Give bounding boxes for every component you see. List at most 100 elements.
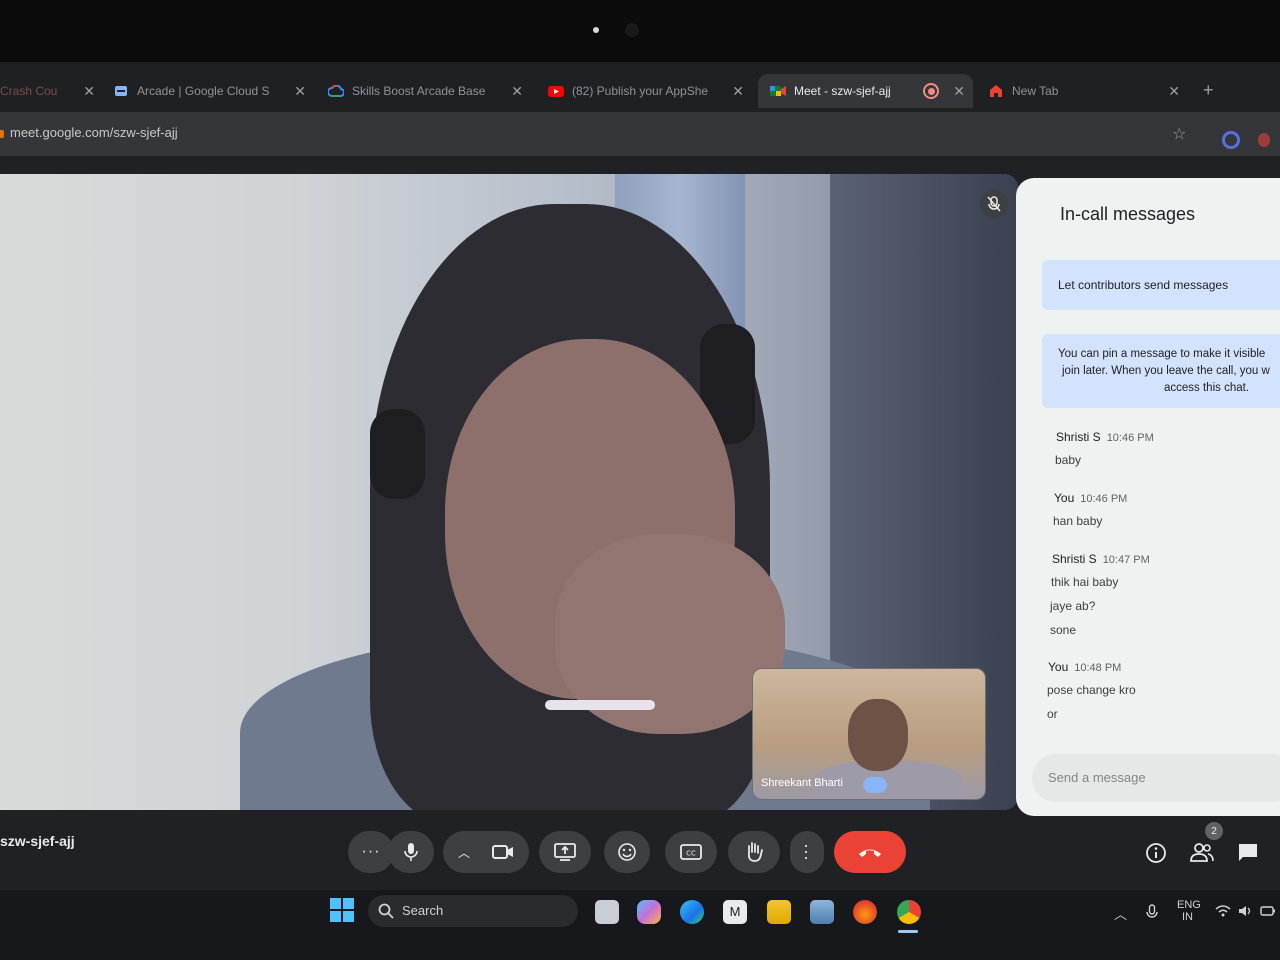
youtube-icon bbox=[548, 84, 564, 98]
new-tab-button[interactable]: + bbox=[1203, 80, 1214, 101]
site-info-icon[interactable] bbox=[0, 130, 4, 138]
store-icon[interactable] bbox=[767, 900, 791, 924]
chevron-up-icon[interactable]: ︿ bbox=[1114, 904, 1127, 923]
search-icon bbox=[378, 903, 394, 919]
self-name-label: Shreekant Bharti bbox=[761, 777, 843, 789]
tab-title: Meet - szw-sjef-ajj bbox=[794, 84, 891, 98]
panel-title: In-call messages bbox=[1060, 204, 1196, 224]
battery-icon[interactable] bbox=[1260, 904, 1276, 921]
raise-hand-button[interactable] bbox=[728, 831, 780, 873]
emoji-icon bbox=[618, 843, 636, 861]
message-sender: You 10:48 PM bbox=[1048, 660, 1122, 674]
tab-title: Crash Cou bbox=[0, 84, 58, 98]
taskbar-search-box[interactable]: Search bbox=[368, 895, 578, 927]
close-tab-icon[interactable]: ✕ bbox=[511, 83, 523, 100]
tab-meet[interactable]: Meet - szw-sjef-ajj ✕ bbox=[758, 74, 973, 108]
message-text: sone bbox=[1050, 623, 1077, 637]
language-indicator[interactable]: ENG IN bbox=[1177, 899, 1201, 923]
leave-call-button[interactable] bbox=[834, 831, 906, 873]
microphone-icon[interactable] bbox=[1146, 904, 1158, 923]
captions-button[interactable]: CC bbox=[665, 831, 717, 873]
more-horizontal-icon: ··· bbox=[361, 843, 381, 860]
google-cloud-icon bbox=[328, 84, 344, 98]
muted-mic-icon bbox=[980, 190, 1008, 218]
meet-icon bbox=[770, 84, 786, 98]
chat-button[interactable] bbox=[1237, 842, 1259, 869]
closed-captions-icon: CC bbox=[680, 844, 702, 860]
reactions-button[interactable] bbox=[604, 831, 650, 873]
microphone-button[interactable] bbox=[388, 831, 434, 873]
volume-icon[interactable] bbox=[1238, 905, 1252, 920]
address-bar: meet.google.com/szw-sjef-ajj ☆ bbox=[0, 112, 1280, 156]
extension-icon[interactable] bbox=[1222, 131, 1240, 149]
tab-title: New Tab bbox=[1012, 84, 1059, 98]
present-screen-icon bbox=[554, 843, 576, 861]
participant-bracelet bbox=[545, 700, 655, 710]
bookmark-star-icon[interactable]: ☆ bbox=[1172, 124, 1186, 144]
people-icon bbox=[1190, 843, 1214, 862]
pin-info-box: You can pin a message to make it visible… bbox=[1042, 334, 1280, 408]
message-text: jaye ab? bbox=[1050, 599, 1096, 613]
mail-icon[interactable]: M bbox=[723, 900, 747, 924]
meeting-details-button[interactable] bbox=[1145, 842, 1167, 869]
home-icon bbox=[988, 84, 1004, 98]
close-tab-icon[interactable]: ✕ bbox=[732, 83, 744, 100]
windows-start-icon[interactable] bbox=[330, 898, 354, 927]
firefox-icon[interactable] bbox=[853, 900, 877, 924]
info-line: access this chat. bbox=[1164, 382, 1250, 394]
camera-button[interactable]: ︿ bbox=[443, 831, 529, 873]
people-button[interactable] bbox=[1190, 842, 1214, 869]
photos-icon[interactable] bbox=[810, 900, 834, 924]
tab-crash-course[interactable]: Crash Cou ✕ bbox=[0, 74, 95, 108]
close-tab-icon[interactable]: ✕ bbox=[1168, 83, 1180, 100]
copilot-icon[interactable] bbox=[637, 900, 661, 924]
search-label: Search bbox=[402, 903, 444, 918]
wifi-icon[interactable] bbox=[1215, 905, 1231, 920]
message-placeholder: Send a message bbox=[1048, 770, 1146, 785]
info-line: You can pin a message to make it visible bbox=[1058, 348, 1266, 360]
message-text: baby bbox=[1055, 453, 1082, 467]
tab-new-tab[interactable]: New Tab ✕ bbox=[988, 74, 1180, 108]
close-tab-icon[interactable]: ✕ bbox=[83, 83, 95, 100]
present-screen-button[interactable] bbox=[539, 831, 591, 873]
tab-title: Skills Boost Arcade Base bbox=[352, 84, 486, 98]
more-vertical-icon: ··· bbox=[797, 843, 817, 861]
raise-hand-icon bbox=[747, 842, 763, 862]
info-icon bbox=[1146, 843, 1166, 863]
arcade-icon bbox=[113, 84, 129, 98]
close-tab-icon[interactable]: ✕ bbox=[294, 83, 306, 100]
more-actions-button[interactable]: ··· bbox=[790, 831, 824, 873]
message-text: or bbox=[1047, 707, 1058, 721]
end-call-icon bbox=[859, 849, 881, 857]
edge-icon[interactable] bbox=[680, 900, 704, 924]
meet-app: Shreekant Bharti In-call messages Let co… bbox=[0, 156, 1280, 890]
meeting-code: szw-sjef-ajj bbox=[0, 833, 75, 849]
contributor-messages-toggle[interactable]: Let contributors send messages bbox=[1042, 260, 1280, 310]
camera-lens bbox=[625, 23, 639, 37]
camera-indicator bbox=[593, 27, 599, 33]
participant-count-badge: 2 bbox=[1205, 822, 1223, 840]
close-tab-icon[interactable]: ✕ bbox=[953, 83, 965, 100]
chevron-up-icon[interactable]: ︿ bbox=[458, 844, 470, 861]
tab-title: (82) Publish your AppShe bbox=[572, 84, 709, 98]
microphone-icon bbox=[404, 843, 418, 861]
info-line: join later. When you leave the call, you… bbox=[1062, 365, 1270, 377]
message-text: pose change kro bbox=[1047, 683, 1136, 697]
url-field[interactable]: meet.google.com/szw-sjef-ajj bbox=[10, 125, 178, 140]
self-face bbox=[848, 699, 908, 771]
tab-arcade[interactable]: Arcade | Google Cloud S ✕ bbox=[113, 74, 306, 108]
message-input[interactable]: Send a message bbox=[1032, 754, 1280, 802]
chrome-icon[interactable] bbox=[897, 900, 921, 924]
participant-headset bbox=[370, 409, 425, 499]
message-text: han baby bbox=[1053, 514, 1103, 528]
active-app-indicator bbox=[898, 930, 918, 933]
profile-avatar[interactable] bbox=[1258, 133, 1270, 147]
in-call-messages-panel: In-call messages Let contributors send m… bbox=[1016, 178, 1280, 816]
tab-youtube[interactable]: (82) Publish your AppShe ✕ bbox=[548, 74, 744, 108]
windows-taskbar: Search M ︿ ENG IN bbox=[0, 890, 1280, 960]
tab-skills-boost[interactable]: Skills Boost Arcade Base ✕ bbox=[328, 74, 523, 108]
task-view-icon[interactable] bbox=[595, 900, 619, 924]
message-sender: Shristi S 10:47 PM bbox=[1052, 552, 1150, 566]
chat-icon bbox=[1239, 844, 1257, 861]
self-view-tile[interactable]: Shreekant Bharti bbox=[752, 668, 986, 800]
